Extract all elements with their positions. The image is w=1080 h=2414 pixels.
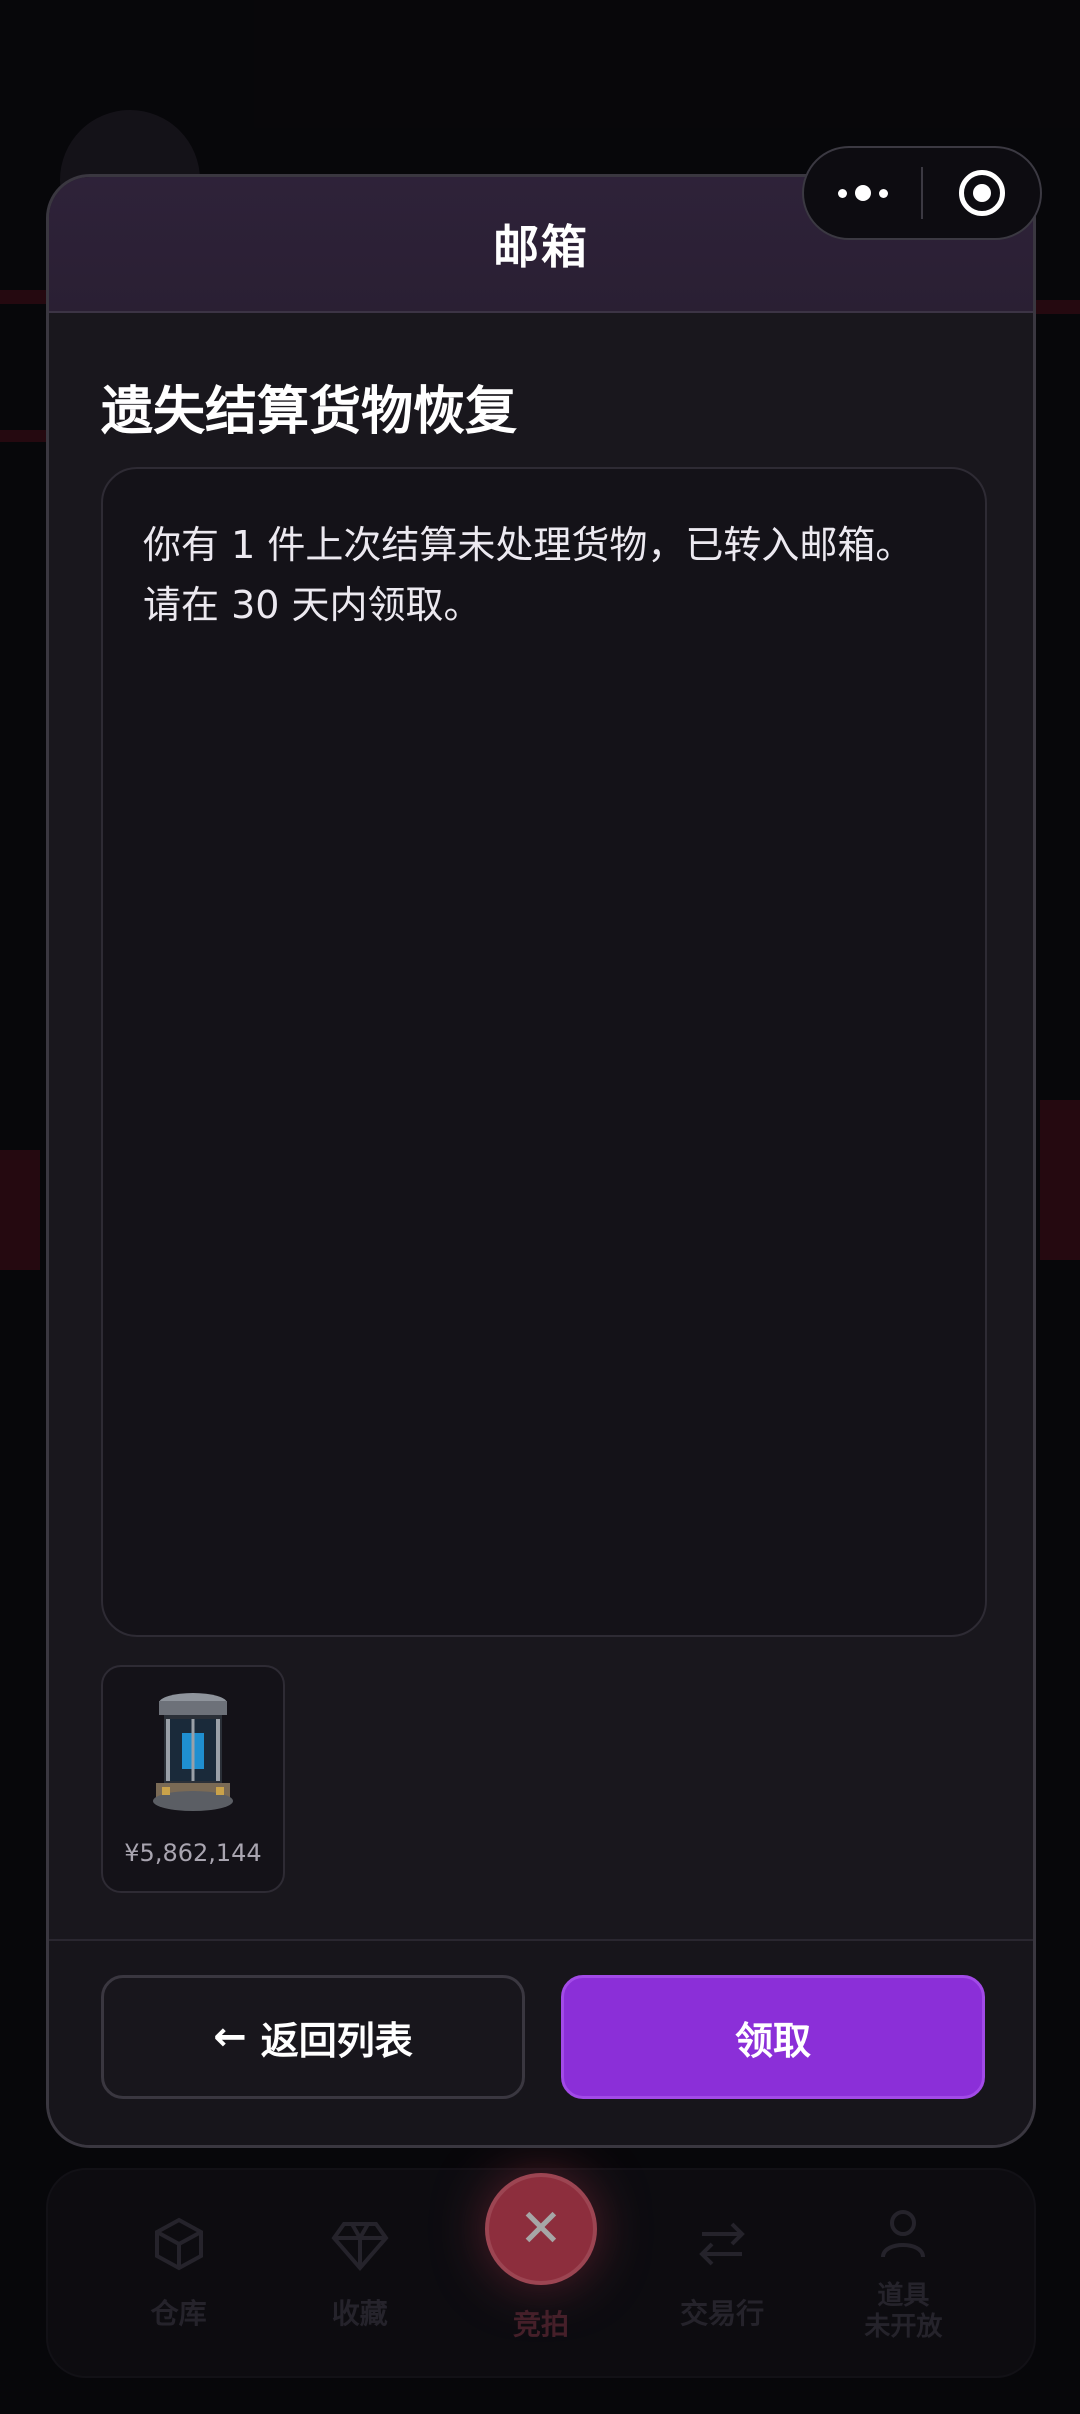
attachment-price: ¥5,862,144 xyxy=(124,1839,262,1867)
back-button-label: 返回列表 xyxy=(260,2018,413,2063)
attachment-item[interactable]: ¥5,862,144 xyxy=(101,1665,285,1893)
mail-body-text: 你有 1 件上次结算未处理货物，已转入邮箱。请在 30 天内领取。 xyxy=(143,523,914,627)
modal-footer: ← 返回列表 领取 xyxy=(49,1939,1033,2145)
claim-button[interactable]: 领取 xyxy=(561,1975,985,2099)
back-to-list-button[interactable]: ← 返回列表 xyxy=(101,1975,525,2099)
mailbox-modal: 邮箱 遗失结算货物恢复 你有 1 件上次结算未处理货物，已转入邮箱。请在 30 … xyxy=(46,174,1036,2148)
target-close-icon xyxy=(958,170,1005,216)
miniprogram-capsule xyxy=(802,146,1042,240)
more-button[interactable] xyxy=(804,148,921,238)
claim-button-label: 领取 xyxy=(734,2018,811,2063)
mail-body: 你有 1 件上次结算未处理货物，已转入邮箱。请在 30 天内领取。 xyxy=(101,467,987,1637)
arrow-left-icon: ← xyxy=(213,2014,247,2060)
mail-title: 遗失结算货物恢复 xyxy=(101,382,518,442)
close-miniprogram-button[interactable] xyxy=(923,148,1040,238)
modal-title: 邮箱 xyxy=(493,220,589,274)
more-dots-icon xyxy=(837,185,888,201)
canister-item-icon xyxy=(153,1693,233,1811)
